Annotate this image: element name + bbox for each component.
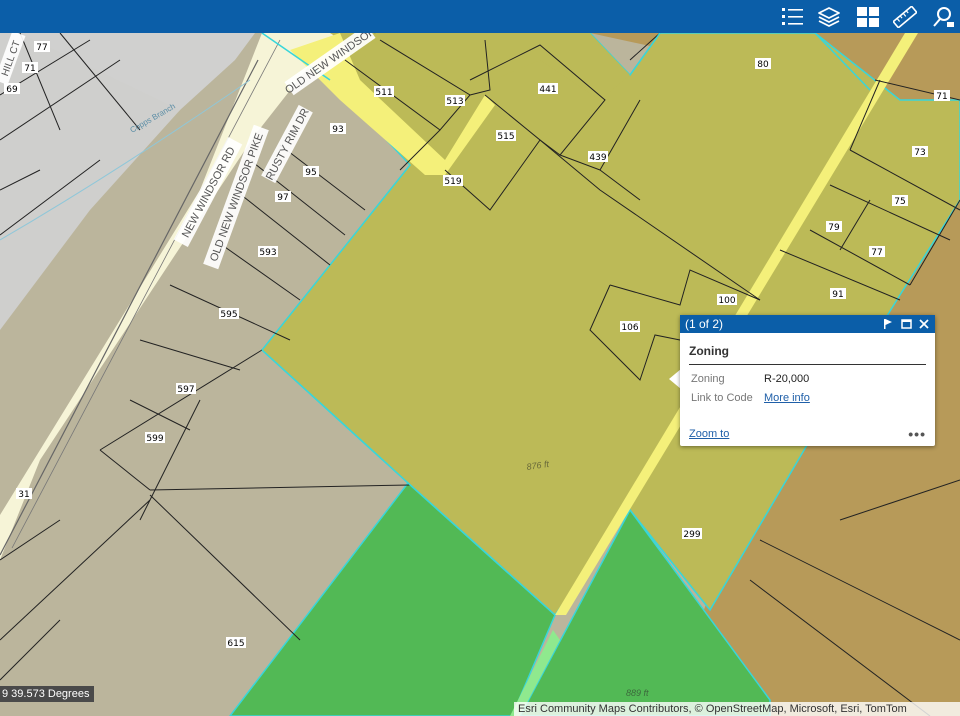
popup-title: Zoning bbox=[689, 344, 926, 365]
coordinate-readout: 9 39.573 Degrees bbox=[0, 686, 95, 702]
svg-text:93: 93 bbox=[332, 125, 343, 135]
svg-text:599: 599 bbox=[146, 434, 163, 444]
parcel-label: 77 bbox=[869, 246, 885, 258]
svg-text:299: 299 bbox=[683, 530, 700, 540]
svg-text:69: 69 bbox=[6, 85, 18, 95]
svg-text:95: 95 bbox=[305, 168, 316, 178]
svg-text:593: 593 bbox=[259, 248, 276, 258]
flag-icon bbox=[884, 319, 892, 329]
popup-pager: (1 of 2) bbox=[685, 317, 724, 331]
svg-text:75: 75 bbox=[894, 197, 905, 207]
grid-icon bbox=[857, 6, 879, 27]
svg-text:100: 100 bbox=[718, 296, 735, 306]
svg-text:71: 71 bbox=[936, 92, 947, 102]
popup-footer: Zoom to ••• bbox=[689, 426, 926, 442]
map-toolbar bbox=[0, 0, 960, 33]
list-icon bbox=[782, 7, 803, 25]
parcel-label: 100 bbox=[717, 294, 737, 306]
svg-text:519: 519 bbox=[444, 177, 461, 187]
svg-text:597: 597 bbox=[177, 385, 194, 395]
attribute-row: Link to Code More info bbox=[691, 392, 935, 404]
close-button[interactable] bbox=[917, 317, 931, 331]
svg-text:515: 515 bbox=[497, 132, 514, 142]
svg-text:513: 513 bbox=[446, 97, 463, 107]
parcel-label: 515 bbox=[496, 130, 516, 142]
layers-button[interactable] bbox=[812, 0, 846, 33]
feature-popup[interactable]: (1 of 2) Zoning Zoning R-20,000 Link to … bbox=[680, 315, 935, 446]
search-button[interactable] bbox=[926, 0, 960, 33]
svg-text:91: 91 bbox=[832, 290, 843, 300]
map-attribution: Esri Community Maps Contributors, © Open… bbox=[514, 702, 960, 716]
svg-text:97: 97 bbox=[277, 193, 288, 203]
parcel-label: 71 bbox=[22, 62, 38, 74]
next-feature-button[interactable] bbox=[881, 317, 895, 331]
parcel-label: 93 bbox=[330, 123, 346, 135]
svg-text:439: 439 bbox=[589, 153, 606, 163]
parcel-label: 73 bbox=[912, 146, 928, 158]
parcel-label: 597 bbox=[176, 383, 196, 395]
parcel-label: 441 bbox=[538, 83, 558, 95]
parcel-label: 95 bbox=[303, 166, 319, 178]
svg-text:80: 80 bbox=[757, 60, 769, 70]
parcel-label: 593 bbox=[258, 246, 278, 258]
more-actions-button[interactable]: ••• bbox=[908, 426, 926, 442]
parcel-label: 511 bbox=[374, 86, 394, 98]
maximize-icon bbox=[900, 319, 912, 329]
close-icon bbox=[919, 319, 929, 329]
search-icon bbox=[933, 6, 954, 27]
legend-button[interactable] bbox=[776, 0, 810, 33]
parcel-label: 615 bbox=[226, 637, 246, 649]
svg-text:31: 31 bbox=[18, 490, 29, 500]
attribute-row: Zoning R-20,000 bbox=[691, 373, 935, 385]
parcel-label: 79 bbox=[826, 221, 842, 233]
parcel-label: 91 bbox=[830, 288, 846, 300]
attribute-key: Link to Code bbox=[691, 392, 753, 404]
ruler-icon bbox=[893, 5, 917, 28]
parcel-label: 519 bbox=[443, 175, 463, 187]
parcel-label: 299 bbox=[682, 528, 702, 540]
svg-text:595: 595 bbox=[220, 310, 237, 320]
measure-button[interactable] bbox=[888, 0, 922, 33]
layers-icon bbox=[818, 6, 840, 27]
attribute-value: R-20,000 bbox=[764, 373, 810, 385]
basemap-button[interactable] bbox=[851, 0, 885, 33]
parcel-label: 97 bbox=[275, 191, 291, 203]
popup-header: (1 of 2) bbox=[680, 315, 935, 333]
svg-text:77: 77 bbox=[871, 248, 882, 258]
parcel-label: 69 bbox=[4, 83, 20, 95]
parcel-label: 31 bbox=[16, 488, 32, 500]
parcel-label: 595 bbox=[219, 308, 239, 320]
svg-text:79: 79 bbox=[828, 223, 840, 233]
parcel-label: 599 bbox=[145, 432, 165, 444]
parcel-label: 439 bbox=[588, 151, 608, 163]
svg-text:511: 511 bbox=[375, 88, 392, 98]
maximize-button[interactable] bbox=[899, 317, 913, 331]
parcel-label: 77 bbox=[34, 41, 50, 53]
svg-text:615: 615 bbox=[227, 639, 244, 649]
attribute-key: Zoning bbox=[691, 373, 725, 385]
parcel-label: 75 bbox=[892, 195, 908, 207]
svg-text:106: 106 bbox=[621, 323, 638, 333]
parcel-label: 80 bbox=[755, 58, 771, 70]
zoom-to-link[interactable]: Zoom to bbox=[689, 428, 729, 440]
parcel-label: 71 bbox=[934, 90, 950, 102]
svg-text:77: 77 bbox=[36, 43, 47, 53]
svg-text:71: 71 bbox=[24, 64, 35, 74]
elevation-label: 889 ft bbox=[626, 688, 649, 698]
parcel-label: 106 bbox=[620, 321, 640, 333]
svg-text:441: 441 bbox=[539, 85, 556, 95]
parcel-label: 513 bbox=[445, 95, 465, 107]
more-info-link[interactable]: More info bbox=[764, 392, 810, 404]
svg-text:73: 73 bbox=[914, 148, 925, 158]
